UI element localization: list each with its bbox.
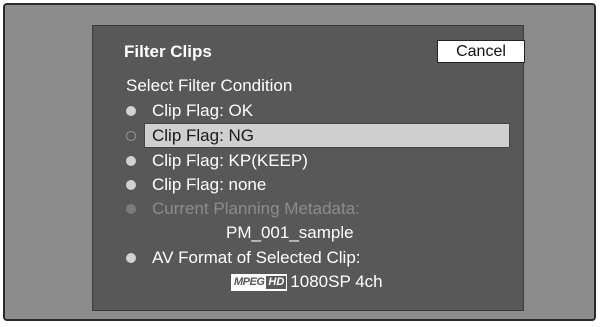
radio-icon (126, 179, 136, 190)
option-av-format[interactable]: AV Format of Selected Clip: (126, 246, 361, 269)
option-label: Clip Flag: OK (152, 100, 254, 120)
av-format-value: MPEG HD 1080SP 4ch (231, 271, 383, 293)
radio-icon (126, 105, 136, 116)
cancel-button[interactable]: Cancel (437, 40, 525, 63)
filter-clips-dialog: Filter Clips Cancel Select Filter Condit… (92, 25, 525, 311)
format-text: 1080SP 4ch (290, 272, 383, 291)
mpeg-hd-logo-icon: MPEG HD (231, 273, 288, 291)
option-label: Clip Flag: NG (152, 125, 255, 145)
radio-icon (126, 155, 136, 166)
planning-metadata-value: PM_001_sample (226, 223, 354, 242)
logo-mpeg-text: MPEG (234, 276, 265, 288)
option-clip-flag-none[interactable]: Clip Flag: none (126, 173, 266, 196)
option-label: Clip Flag: none (152, 174, 267, 194)
option-label: Clip Flag: KP(KEEP) (152, 150, 308, 170)
radio-icon (126, 130, 136, 141)
option-label: AV Format of Selected Clip: (152, 247, 361, 267)
option-clip-flag-ok[interactable]: Clip Flag: OK (126, 99, 253, 122)
radio-icon (126, 252, 136, 263)
filter-condition-heading: Select Filter Condition (126, 76, 293, 95)
option-label: Current Planning Metadata: (152, 198, 360, 218)
option-clip-flag-ng[interactable]: Clip Flag: NG (126, 124, 254, 147)
logo-hd-text: HD (266, 275, 287, 289)
screen-frame: Filter Clips Cancel Select Filter Condit… (3, 3, 596, 321)
option-clip-flag-keep[interactable]: Clip Flag: KP(KEEP) (126, 149, 308, 172)
radio-icon (126, 203, 136, 214)
option-current-planning-metadata: Current Planning Metadata: (126, 197, 360, 220)
dialog-title: Filter Clips (124, 42, 212, 61)
